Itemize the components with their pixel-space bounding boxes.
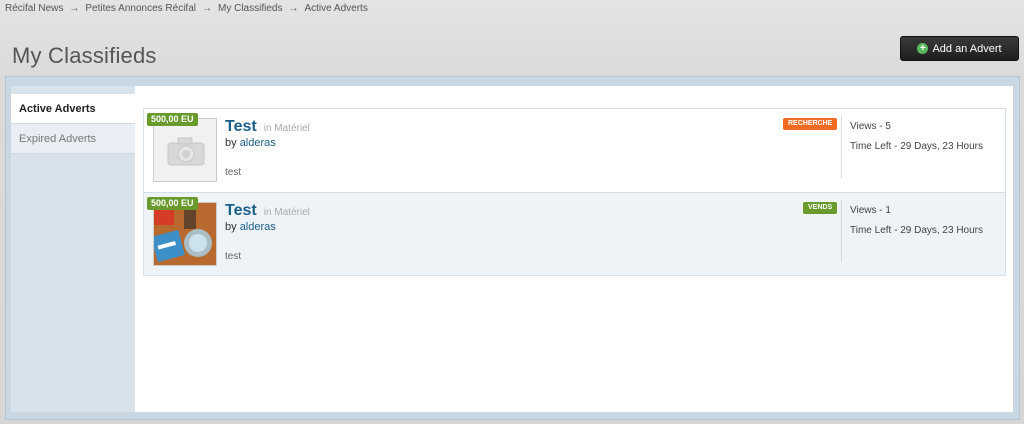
plus-circle-icon: + bbox=[917, 43, 929, 54]
advert-author-line: by alderas bbox=[225, 137, 276, 149]
breadcrumb-separator: → bbox=[288, 3, 299, 14]
breadcrumb-item-recifal-news[interactable]: Récifal News bbox=[5, 3, 63, 14]
breadcrumb-separator: → bbox=[69, 3, 80, 14]
advert-description: test bbox=[225, 167, 242, 178]
advert-category: in Matériel bbox=[263, 207, 310, 218]
advert-thumbnail[interactable] bbox=[153, 202, 217, 266]
status-badge-recherche: RECHERCHE bbox=[783, 118, 838, 130]
add-advert-button[interactable]: + Add an Advert bbox=[900, 36, 1019, 61]
time-left: Time Left - 29 Days, 23 Hours bbox=[850, 225, 984, 236]
author-prefix: by bbox=[225, 137, 237, 149]
advert-author-line: by alderas bbox=[225, 221, 276, 233]
views-count: Views - 5 bbox=[850, 121, 891, 132]
advert-title-link[interactable]: Test bbox=[225, 202, 257, 220]
author-link[interactable]: alderas bbox=[240, 137, 276, 149]
advert-stats: Views - 5 Time Left - 29 Days, 23 Hours bbox=[850, 121, 983, 152]
advert-row: 500,00 EU Test in Matériel by alderas te… bbox=[144, 109, 1005, 192]
advert-row: 500,00 EU Test in Matériel by alderas te… bbox=[144, 192, 1005, 275]
tab-active-adverts[interactable]: Active Adverts bbox=[11, 94, 135, 124]
advert-category: in Matériel bbox=[263, 123, 310, 134]
advert-stats: Views - 1 Time Left - 29 Days, 23 Hours bbox=[850, 205, 983, 236]
advert-title-link[interactable]: Test bbox=[225, 118, 257, 136]
status-badge-vends: VENDS bbox=[803, 202, 838, 214]
time-left: Time Left - 29 Days, 23 Hours bbox=[850, 141, 984, 152]
breadcrumb-item-petites-annonces[interactable]: Petites Annonces Récifal bbox=[85, 3, 196, 14]
author-prefix: by bbox=[225, 221, 237, 233]
camera-placeholder-icon bbox=[167, 137, 205, 166]
author-link[interactable]: alderas bbox=[240, 221, 276, 233]
divider bbox=[841, 200, 842, 262]
advert-list: 500,00 EU Test in Matériel by alderas te… bbox=[143, 108, 1006, 276]
price-tag: 500,00 EU bbox=[147, 113, 198, 126]
advert-description: test bbox=[225, 251, 242, 262]
breadcrumb: Récifal News → Petites Annonces Récifal … bbox=[5, 3, 368, 14]
price-tag: 500,00 EU bbox=[147, 197, 198, 210]
tab-expired-adverts[interactable]: Expired Adverts bbox=[11, 124, 135, 154]
advert-thumbnail[interactable] bbox=[153, 118, 217, 182]
breadcrumb-separator: → bbox=[201, 3, 212, 14]
breadcrumb-item-active-adverts: Active Adverts bbox=[304, 3, 368, 14]
page-title: My Classifieds bbox=[12, 43, 157, 68]
views-count: Views - 1 bbox=[850, 205, 891, 216]
add-advert-label: Add an Advert bbox=[932, 42, 1002, 55]
breadcrumb-item-my-classifieds[interactable]: My Classifieds bbox=[218, 3, 282, 14]
sidebar: Active Adverts Expired Adverts bbox=[11, 86, 135, 412]
product-photo-image bbox=[154, 203, 216, 265]
divider bbox=[841, 116, 842, 178]
